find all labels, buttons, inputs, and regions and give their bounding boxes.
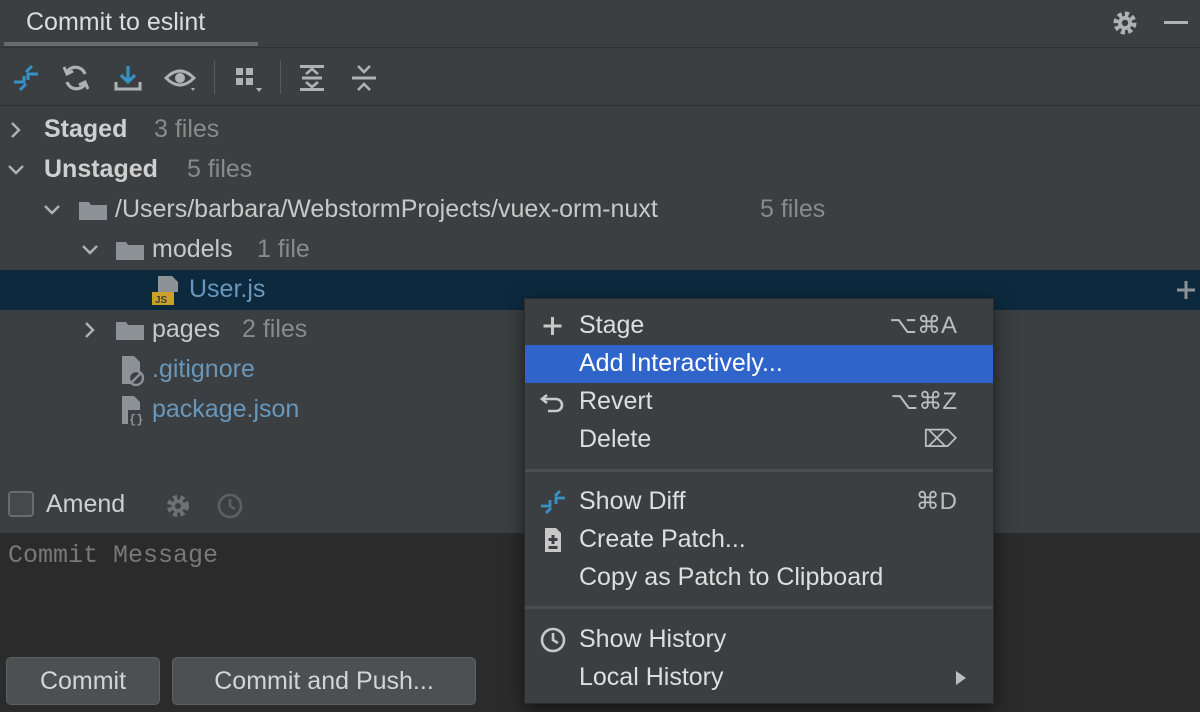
menu-item-show-history[interactable]: Show History	[525, 621, 993, 659]
file-count: 3 files	[154, 115, 220, 143]
menu-item-label: Local History	[579, 663, 724, 691]
menu-item-show-diff[interactable]: Show Diff ⌘D	[525, 483, 993, 521]
svg-text:{}: {}	[129, 413, 143, 426]
menu-item-copy-as-patch[interactable]: Copy as Patch to Clipboard	[525, 559, 993, 597]
file-count: 5 files	[187, 155, 253, 183]
menu-item-label: Revert	[579, 387, 653, 415]
folder-icon	[116, 242, 144, 260]
tree-node-project-root[interactable]: /Users/barbara/WebstormProjects/vuex-orm…	[0, 190, 1200, 230]
chevron-down-icon[interactable]	[42, 200, 62, 220]
clock-icon	[540, 627, 566, 653]
commit-options-gear-icon[interactable]	[164, 492, 192, 520]
amend-label: Amend	[46, 490, 126, 518]
toolbar-separator	[280, 60, 281, 94]
menu-item-shortcut: ⌦	[923, 426, 957, 453]
commit-message-placeholder: Commit Message	[8, 541, 219, 570]
group-by-icon[interactable]	[232, 62, 264, 94]
node-label: /Users/barbara/WebstormProjects/vuex-orm…	[115, 195, 658, 223]
diff-icon	[541, 490, 565, 514]
commit-button[interactable]: Commit	[6, 657, 160, 705]
context-menu: Stage ⌥⌘A Add Interactively... Revert ⌥⌘…	[524, 298, 994, 704]
menu-item-shortcut: ⌥⌘Z	[890, 388, 957, 415]
tree-node-models[interactable]: models 1 file	[0, 230, 1200, 270]
node-label: models	[152, 235, 233, 263]
chevron-right-icon[interactable]	[80, 320, 100, 340]
tree-node-staged[interactable]: Staged 3 files	[0, 110, 1200, 150]
menu-item-shortcut: ⌥⌘A	[889, 312, 957, 339]
commit-toolbar	[0, 48, 1200, 106]
amend-row: Amend	[0, 485, 520, 527]
commit-history-clock-icon[interactable]	[216, 492, 244, 520]
menu-separator	[525, 606, 993, 609]
menu-item-shortcut: ⌘D	[915, 488, 957, 515]
toolbar-separator	[214, 60, 215, 94]
js-file-icon: JS	[152, 276, 178, 306]
node-label: Staged	[44, 115, 128, 143]
file-label: .gitignore	[152, 355, 255, 383]
menu-item-label: Stage	[579, 311, 645, 339]
collapse-all-icon[interactable]	[348, 62, 380, 94]
chevron-down-icon[interactable]	[6, 160, 26, 180]
minimize-icon[interactable]	[1160, 8, 1190, 38]
menu-item-label: Copy as Patch to Clipboard	[579, 563, 884, 591]
menu-item-label: Delete	[579, 425, 652, 453]
refresh-icon[interactable]	[60, 62, 92, 94]
tree-node-unstaged[interactable]: Unstaged 5 files	[0, 150, 1200, 190]
plus-icon[interactable]	[1175, 279, 1197, 301]
menu-item-local-history[interactable]: Local History	[525, 659, 993, 697]
menu-item-revert[interactable]: Revert ⌥⌘Z	[525, 383, 993, 421]
menu-item-label: Create Patch...	[579, 525, 746, 553]
active-tab-indicator	[4, 42, 258, 46]
expand-all-icon[interactable]	[296, 62, 328, 94]
js-badge: JS	[155, 295, 168, 306]
file-label: package.json	[152, 395, 300, 423]
folder-icon	[116, 322, 144, 340]
file-count: 2 files	[242, 315, 308, 343]
commit-tool-window-header: Commit to eslint	[0, 0, 1200, 48]
folder-icon	[79, 202, 107, 220]
node-label: Unstaged	[44, 155, 158, 183]
commit-and-push-button[interactable]: Commit and Push...	[172, 657, 476, 705]
submenu-arrow-icon	[956, 671, 966, 685]
menu-item-label: Show History	[579, 625, 727, 653]
node-label: pages	[152, 315, 221, 343]
json-file-icon: {}	[122, 396, 144, 426]
chevron-down-icon[interactable]	[80, 240, 100, 260]
menu-separator	[525, 469, 993, 472]
tab-label: Commit to eslint	[26, 8, 206, 36]
chevron-right-icon[interactable]	[6, 120, 26, 140]
patch-icon	[545, 528, 561, 552]
menu-item-label: Add Interactively...	[579, 349, 783, 377]
menu-item-stage[interactable]: Stage ⌥⌘A	[525, 307, 993, 345]
eye-icon[interactable]	[164, 62, 196, 94]
file-count: 5 files	[760, 195, 826, 223]
menu-item-delete[interactable]: Delete ⌦	[525, 421, 993, 459]
show-diff-icon[interactable]	[10, 62, 42, 94]
ignored-file-icon	[122, 356, 145, 386]
undo-icon	[539, 393, 564, 413]
file-count: 1 file	[257, 235, 310, 263]
plus-icon	[543, 317, 562, 335]
gear-icon[interactable]	[1110, 8, 1140, 38]
menu-item-label: Show Diff	[579, 487, 686, 515]
amend-checkbox[interactable]	[8, 491, 34, 517]
tab-commit-to-eslint[interactable]: Commit to eslint	[0, 0, 258, 48]
menu-item-create-patch[interactable]: Create Patch...	[525, 521, 993, 559]
update-project-icon[interactable]	[112, 62, 144, 94]
menu-item-add-interactively[interactable]: Add Interactively...	[525, 345, 993, 383]
file-label: User.js	[189, 275, 266, 303]
